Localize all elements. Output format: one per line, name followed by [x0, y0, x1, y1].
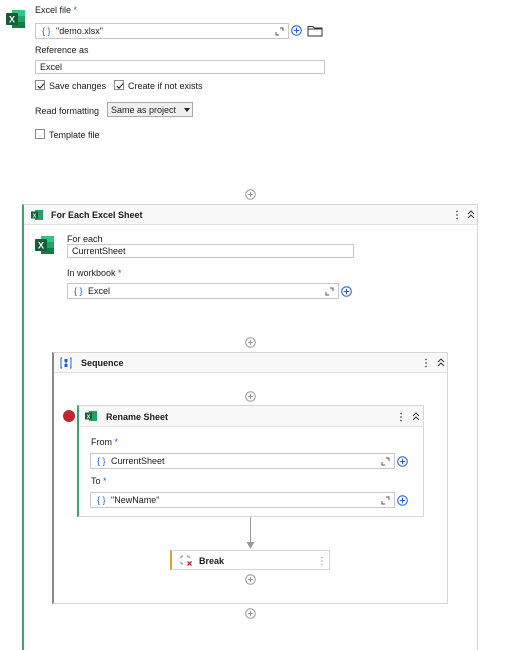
sequence-icon: [60, 357, 72, 369]
for-each-header[interactable]: X For Each Excel Sheet: [24, 205, 477, 225]
svg-text:X: X: [9, 15, 15, 25]
expand-icon[interactable]: [325, 287, 334, 296]
add-activity-button[interactable]: [245, 608, 256, 619]
template-file-label: Template file: [49, 130, 100, 140]
to-label: To *: [91, 476, 107, 486]
check-icon: [37, 83, 45, 90]
template-file-checkbox[interactable]: [35, 129, 45, 139]
plus-circle-icon[interactable]: [397, 495, 408, 506]
from-input[interactable]: { } CurrentSheet: [90, 453, 395, 469]
plus-circle-icon[interactable]: [397, 456, 408, 467]
excel-icon: X: [6, 10, 25, 28]
breakpoint-icon[interactable]: [63, 410, 75, 422]
break-icon: [180, 555, 192, 566]
rename-sheet-header[interactable]: X Rename Sheet: [79, 406, 423, 427]
reference-as-input[interactable]: Excel: [35, 60, 325, 74]
excel-icon: X: [85, 411, 97, 421]
add-activity-button[interactable]: [245, 391, 256, 402]
add-activity-button[interactable]: [245, 337, 256, 348]
kebab-icon[interactable]: [455, 210, 459, 220]
collapse-icon[interactable]: [412, 412, 420, 421]
collapse-icon[interactable]: [437, 358, 445, 367]
excel-file-label: Excel file *: [35, 5, 78, 15]
excel-icon: X: [35, 236, 54, 254]
expression-icon: { }: [97, 456, 106, 466]
excel-file-input[interactable]: { } "demo.xlsx": [35, 23, 289, 39]
for-each-variable-input[interactable]: CurrentSheet: [67, 244, 354, 258]
connector-arrow: [246, 517, 255, 549]
svg-text:X: X: [38, 241, 44, 251]
expand-icon[interactable]: [381, 496, 390, 505]
read-formatting-label: Read formatting: [35, 106, 100, 116]
add-activity-button[interactable]: [245, 574, 256, 585]
from-label: From *: [91, 437, 119, 447]
kebab-icon[interactable]: [424, 358, 428, 368]
rename-sheet-title: Rename Sheet: [106, 412, 169, 422]
plus-circle-icon[interactable]: [291, 25, 302, 36]
svg-text:X: X: [87, 414, 91, 420]
kebab-icon[interactable]: [320, 556, 324, 566]
kebab-icon[interactable]: [399, 412, 403, 422]
svg-text:X: X: [33, 213, 37, 219]
sequence-title: Sequence: [81, 358, 124, 368]
add-activity-button[interactable]: [245, 189, 256, 200]
expand-icon[interactable]: [275, 27, 284, 36]
collapse-icon[interactable]: [467, 210, 475, 219]
expression-icon: { }: [97, 495, 106, 505]
plus-circle-icon[interactable]: [341, 286, 352, 297]
read-formatting-select[interactable]: Same as project: [107, 102, 193, 117]
excel-icon: X: [31, 210, 43, 220]
expression-icon: { }: [42, 26, 51, 36]
sequence-header[interactable]: Sequence: [54, 353, 447, 373]
for-each-label: For each: [67, 234, 103, 244]
save-changes-checkbox[interactable]: [35, 80, 45, 90]
save-changes-label: Save changes: [49, 81, 107, 91]
check-icon: [116, 83, 124, 90]
to-input[interactable]: { } "NewName": [90, 492, 395, 508]
create-if-not-exists-label: Create if not exists: [128, 81, 203, 91]
reference-as-label: Reference as: [35, 45, 89, 55]
break-title: Break: [199, 556, 225, 566]
expression-icon: { }: [74, 286, 83, 296]
create-if-not-exists-checkbox[interactable]: [114, 80, 124, 90]
expand-icon[interactable]: [381, 457, 390, 466]
in-workbook-label: In workbook *: [67, 268, 122, 278]
in-workbook-input[interactable]: { } Excel: [67, 283, 339, 299]
for-each-title: For Each Excel Sheet: [51, 210, 143, 220]
break-activity-card[interactable]: Break: [170, 550, 330, 570]
chevron-down-icon: [184, 108, 190, 112]
folder-icon[interactable]: [307, 25, 323, 37]
